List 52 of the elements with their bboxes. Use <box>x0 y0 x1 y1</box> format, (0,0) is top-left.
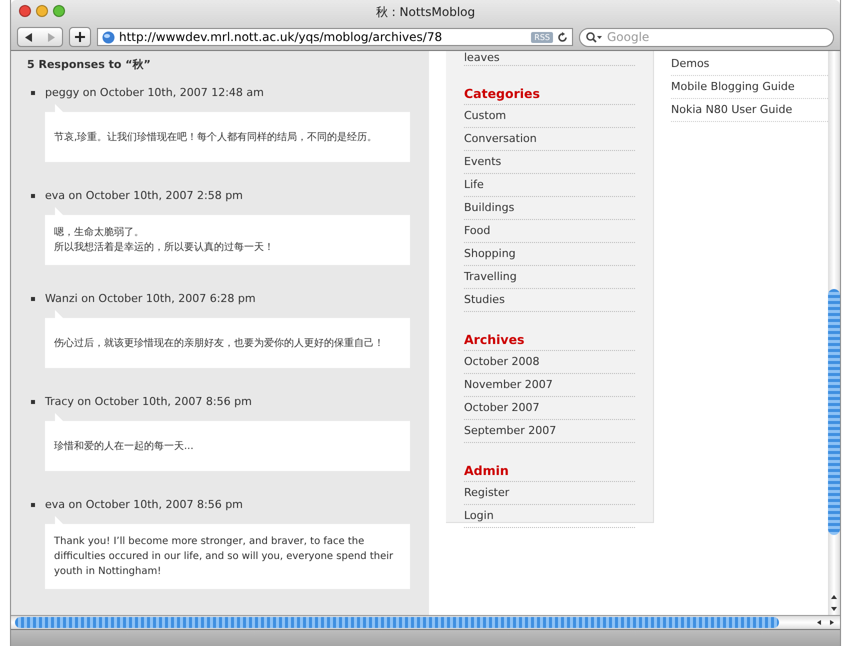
sidebar-link[interactable]: Login <box>464 505 635 528</box>
comment-meta: peggy on October 10th, 2007 12:48 am <box>45 86 264 99</box>
left-triangle-icon <box>25 32 33 42</box>
sidebar-link[interactable]: Events <box>464 151 635 174</box>
window-title: 秋 : NottsMoblog <box>376 4 476 20</box>
sidebar-heading: Archives <box>464 331 635 351</box>
add-bookmark-button[interactable] <box>69 27 91 47</box>
sidebar-link[interactable]: October 2008 <box>464 351 635 374</box>
sidebar-link[interactable]: November 2007 <box>464 374 635 397</box>
comment-text: 所以我想活着是幸运的，所以要认真的过每一天！ <box>54 240 275 255</box>
sidebar-link[interactable]: Studies <box>464 289 635 312</box>
sidebar-link[interactable]: leaves <box>464 51 635 66</box>
zoom-button[interactable] <box>53 5 65 17</box>
plus-icon <box>75 32 85 42</box>
bullet-icon <box>31 400 35 404</box>
bullet-icon <box>31 90 35 94</box>
sidebar-link[interactable]: Life <box>464 174 635 197</box>
search-icon <box>586 32 602 42</box>
sidebar-link[interactable]: Buildings <box>464 197 635 220</box>
comment-text: 伤心过后，就该更珍惜现在的亲朋好友，也要为爱你的人更好的保重自己！ <box>54 336 385 350</box>
sidebar-link[interactable]: October 2007 <box>464 397 635 420</box>
sidebar-link[interactable]: September 2007 <box>464 420 635 443</box>
comment-meta: eva on October 10th, 2007 8:56 pm <box>45 498 243 511</box>
sidebar-heading: Admin <box>464 462 635 482</box>
sidebar-link[interactable]: Food <box>464 220 635 243</box>
bullet-icon <box>31 296 35 300</box>
close-button[interactable] <box>19 5 31 17</box>
comments-heading: 5 Responses to “秋” <box>27 57 152 72</box>
comment-text: 珍惜和爱的人在一起的每一天... <box>54 440 195 454</box>
reload-icon[interactable] <box>557 32 568 42</box>
vertical-scrollbar[interactable] <box>828 51 840 615</box>
search-input[interactable]: Google <box>605 29 827 45</box>
minimize-button[interactable] <box>36 5 48 17</box>
bullet-icon <box>31 502 35 506</box>
globe-icon <box>102 30 115 44</box>
sidebar-heading: Categories <box>464 85 635 105</box>
comment-meta: Tracy on October 10th, 2007 8:56 pm <box>45 395 252 408</box>
comment-text: Thank you! I’ll become more stronger, and braver, to face the difficulties occured in our life, and so will you, everyone spend their youth in Nottingham! <box>54 535 394 579</box>
comment-meta: eva on October 10th, 2007 2:58 pm <box>45 189 243 202</box>
sidebar-link[interactable]: Register <box>464 482 635 505</box>
sidebar-link[interactable]: Custom <box>464 105 635 128</box>
comment-meta: Wanzi on October 10th, 2007 6:28 pm <box>45 292 256 305</box>
comment-text: 嗯，生命太脆弱了。 <box>54 226 145 240</box>
comment-text: 节哀,珍重。让我们珍惜现在吧！每个人都有同样的结局，不同的是经历。 <box>54 130 378 144</box>
search-field[interactable]: Google <box>579 28 834 46</box>
sidebar-link[interactable]: Travelling <box>464 266 635 289</box>
right-triangle-icon <box>47 32 55 42</box>
sidebar-link[interactable]: Shopping <box>464 243 635 266</box>
address-field[interactable]: http://wwwdev.mrl.nott.ac.uk/yqs/moblog/archives/78 RSS <box>97 28 573 46</box>
bullet-icon <box>31 194 35 198</box>
horizontal-scrollbar[interactable] <box>11 615 840 629</box>
sidebar-link[interactable]: Conversation <box>464 128 635 151</box>
